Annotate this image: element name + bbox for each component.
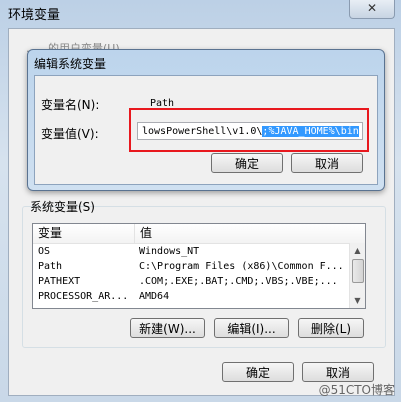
column-header-value[interactable]: 值 bbox=[135, 224, 365, 243]
close-button[interactable]: ✕ bbox=[349, 0, 395, 19]
dialog-ok-button[interactable]: 确定 bbox=[211, 153, 283, 173]
ok-button[interactable]: 确定 bbox=[222, 362, 294, 382]
new-button[interactable]: 新建(W)... bbox=[130, 318, 205, 338]
dialog-cancel-button[interactable]: 取消 bbox=[291, 153, 363, 173]
variable-value: AMD64 bbox=[139, 291, 170, 302]
edit-button[interactable]: 编辑(I)... bbox=[214, 318, 289, 338]
column-header-variable[interactable]: 变量 bbox=[33, 224, 135, 243]
table-row[interactable]: OS Windows_NT bbox=[33, 244, 365, 259]
list-header: 变量 值 bbox=[33, 224, 365, 244]
table-row[interactable]: PROCESSOR_AR... AMD64 bbox=[33, 289, 365, 304]
watermark: @51CTO博客 bbox=[318, 383, 395, 397]
variable-value: .COM;.EXE;.BAT;.CMD;.VBS;.VBE;... bbox=[139, 276, 338, 287]
cancel-button[interactable]: 取消 bbox=[302, 362, 374, 382]
close-icon: ✕ bbox=[366, 1, 378, 15]
system-variables-list[interactable]: 变量 值 OS Windows_NT Path C:\Program Files… bbox=[32, 223, 366, 309]
variable-value: C:\Program Files (x86)\Common F... bbox=[139, 261, 344, 272]
scroll-down-icon[interactable]: ▼ bbox=[351, 294, 364, 307]
scroll-thumb[interactable] bbox=[352, 259, 364, 283]
variable-name: PATHEXT bbox=[38, 276, 81, 287]
outer-window-title: 环境变量 bbox=[8, 8, 61, 23]
scroll-up-icon[interactable]: ▲ bbox=[351, 244, 364, 257]
list-scrollbar[interactable]: ▲ ▼ bbox=[349, 243, 365, 308]
variable-value: Windows_NT bbox=[139, 246, 200, 257]
variable-value-label: 变量值(V): bbox=[41, 127, 99, 141]
variable-name: Path bbox=[38, 261, 63, 272]
table-row[interactable]: PATHEXT .COM;.EXE;.BAT;.CMD;.VBS;.VBE;..… bbox=[33, 274, 365, 289]
dialog-title: 编辑系统变量 bbox=[34, 57, 107, 71]
variable-name: PROCESSOR_AR... bbox=[38, 291, 129, 302]
system-variables-label: 系统变量(S) bbox=[30, 200, 95, 214]
delete-button[interactable]: 删除(L) bbox=[298, 318, 364, 338]
variable-name: OS bbox=[38, 246, 51, 257]
table-row[interactable]: Path C:\Program Files (x86)\Common F... bbox=[33, 259, 365, 274]
highlight-annotation-box bbox=[129, 108, 369, 152]
variable-name-label: 变量名(N): bbox=[41, 98, 100, 112]
